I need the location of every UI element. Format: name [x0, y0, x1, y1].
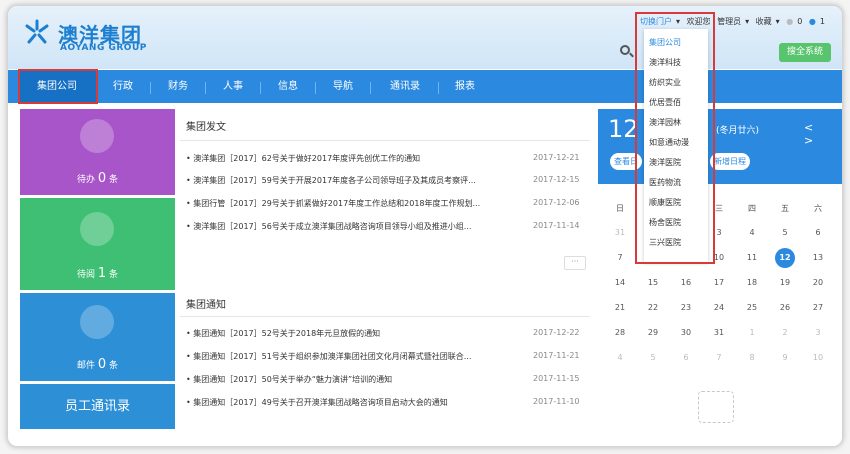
calendar-day-cell[interactable]: 26 [769, 296, 801, 320]
todo-tile[interactable]: 待办 0 条 [20, 109, 175, 195]
more-button[interactable]: ··· [564, 256, 586, 270]
list-item[interactable]: • 集团通知［2017］49号关于召开澳洋集团战略咨询项目启动大会的通知 2017… [186, 397, 591, 411]
contacts-tile[interactable]: 员工通讯录 [20, 384, 175, 429]
nav-item-admin[interactable]: 行政 [103, 70, 143, 103]
main-nav: 集团公司 行政 财务 人事 信息 导航 通讯录 报表 [8, 70, 842, 103]
nav-item-reports[interactable]: 报表 [445, 70, 485, 103]
mail-icon [80, 305, 114, 339]
calendar-day-cell[interactable]: 19 [769, 271, 801, 295]
logo-subtext: AOYANG GROUP [60, 43, 147, 53]
calendar-day-cell[interactable]: 23 [670, 296, 702, 320]
list-item[interactable]: • 澳洋集团［2017］59号关于开展2017年度各子公司领导班子及其成员考察评… [186, 175, 591, 189]
calendar-day-cell[interactable]: 2 [769, 321, 801, 345]
weekday-label: 四 [748, 204, 756, 213]
app-window: 澳洋集团 AOYANG GROUP 切换门户 ▾ 欢迎您 管理员 ▾ 收藏 ▾ ● 0 … [7, 5, 843, 447]
calendar-day-cell[interactable]: 11 [736, 246, 768, 270]
logo-icon [25, 19, 49, 44]
mail-tile[interactable]: 邮件 0 条 [20, 293, 175, 381]
calendar-day-cell[interactable]: 3 [802, 321, 834, 345]
calendar-day-cell[interactable]: 21 [604, 296, 636, 320]
mail-unit: 条 [109, 361, 119, 371]
calendar-day-cell[interactable]: 10 [802, 346, 834, 370]
list-item[interactable]: • 集团通知［2017］51号关于组织参加澳洋集团社团文化月闭幕式暨社团联合..… [186, 351, 591, 365]
read-count: 1 [97, 266, 107, 281]
nav-item-finance[interactable]: 财务 [158, 70, 198, 103]
calendar-day-cell[interactable]: 8 [736, 346, 768, 370]
list-item[interactable]: • 集团通知［2017］52号关于2018年元旦放假的通知 2017-12-22 [186, 328, 591, 342]
calendar-day-cell[interactable]: 16 [670, 271, 702, 295]
calendar-day-cell[interactable]: 9 [769, 346, 801, 370]
calendar-day-cell[interactable]: 5 [769, 221, 801, 245]
message-count: 0 [797, 17, 803, 26]
user-icon[interactable]: ● [809, 17, 816, 26]
list-item[interactable]: • 澳洋集团［2017］62号关于做好2017年度评先创优工作的通知 2017-1… [186, 153, 591, 167]
notice-count: 1 [819, 17, 825, 26]
document-icon [80, 119, 114, 153]
calendar-day-cell[interactable]: 6 [670, 346, 702, 370]
calendar-day-cell[interactable]: 15 [637, 271, 669, 295]
list-item[interactable]: • 集团通知［2017］50号关于举办“魅力演讲”培训的通知 2017-11-15 [186, 374, 591, 388]
calendar-day-cell[interactable]: 7 [604, 246, 636, 270]
list-item[interactable]: • 集团行管［2017］29号关于抓紧做好2017年度工作总结和2018年度工作… [186, 198, 591, 212]
nav-item-hr[interactable]: 人事 [213, 70, 253, 103]
calendar-day-cell[interactable]: 12 [769, 246, 801, 270]
lunar-date: (冬月廿六) [716, 126, 760, 136]
read-label: 待阅 [76, 270, 95, 280]
panel-title-documents: 集团发文 [186, 122, 226, 133]
clipboard-icon [80, 212, 114, 246]
list-item[interactable]: • 澳洋集团［2017］56号关于成立澳洋集团战略咨询项目领导小组及推进小组..… [186, 221, 591, 235]
calendar-day-cell[interactable]: 22 [637, 296, 669, 320]
weekday-label: 日 [616, 204, 624, 213]
calendar-day-cell[interactable]: 27 [802, 296, 834, 320]
calendar-day-cell[interactable]: 28 [604, 321, 636, 345]
calendar-day-cell[interactable]: 14 [604, 271, 636, 295]
highlight-box [18, 69, 98, 104]
search-all-button[interactable]: 搜全系统 [779, 43, 831, 62]
todo-label: 待办 [76, 175, 95, 185]
calendar-day-cell[interactable]: 17 [703, 271, 735, 295]
header: 澳洋集团 AOYANG GROUP 切换门户 ▾ 欢迎您 管理员 ▾ 收藏 ▾ ● 0 … [8, 6, 842, 69]
user-menu[interactable]: 管理员 [717, 17, 741, 26]
search-icon[interactable] [620, 45, 630, 55]
calendar-day-cell[interactable]: 6 [802, 221, 834, 245]
weekday-label: 六 [814, 204, 822, 213]
mail-count: 0 [97, 357, 107, 372]
nav-item-info[interactable]: 信息 [268, 70, 308, 103]
empty-state-icon [698, 391, 734, 423]
calendar-day-cell[interactable]: 31 [703, 321, 735, 345]
favorites-menu[interactable]: 收藏 [756, 17, 772, 26]
calendar-day-cell[interactable]: 25 [736, 296, 768, 320]
month-nav-arrows[interactable]: < > [804, 121, 842, 147]
read-unit: 条 [109, 270, 119, 280]
nav-item-contacts[interactable]: 通讯录 [378, 70, 432, 103]
calendar-day-cell[interactable]: 24 [703, 296, 735, 320]
chevron-down-icon: ▾ [745, 17, 750, 26]
calendar-day-cell[interactable]: 20 [802, 271, 834, 295]
calendar-day-cell[interactable]: 18 [736, 271, 768, 295]
calendar-day-cell[interactable]: 30 [670, 321, 702, 345]
nav-item-navigation[interactable]: 导航 [323, 70, 363, 103]
calendar-day-cell[interactable]: 1 [736, 321, 768, 345]
calendar-day-cell[interactable]: 13 [802, 246, 834, 270]
calendar-day: 12 [608, 115, 639, 143]
todo-unit: 条 [109, 175, 119, 185]
chevron-down-icon: ▾ [775, 17, 780, 26]
highlight-box [635, 12, 715, 264]
calendar-day-cell[interactable]: 31 [604, 221, 636, 245]
read-tile[interactable]: 待阅 1 条 [20, 198, 175, 290]
calendar-day-cell[interactable]: 29 [637, 321, 669, 345]
mail-label: 邮件 [76, 361, 95, 371]
panel-title-notices: 集团通知 [186, 300, 226, 311]
calendar-day-cell[interactable]: 5 [637, 346, 669, 370]
user-icon[interactable]: ● [786, 17, 793, 26]
calendar-day-cell[interactable]: 4 [604, 346, 636, 370]
weekday-label: 五 [781, 204, 789, 213]
todo-count: 0 [97, 171, 107, 186]
calendar-day-cell[interactable]: 4 [736, 221, 768, 245]
new-schedule-button[interactable]: 新增日程 [710, 153, 750, 170]
calendar-day-cell[interactable]: 7 [703, 346, 735, 370]
